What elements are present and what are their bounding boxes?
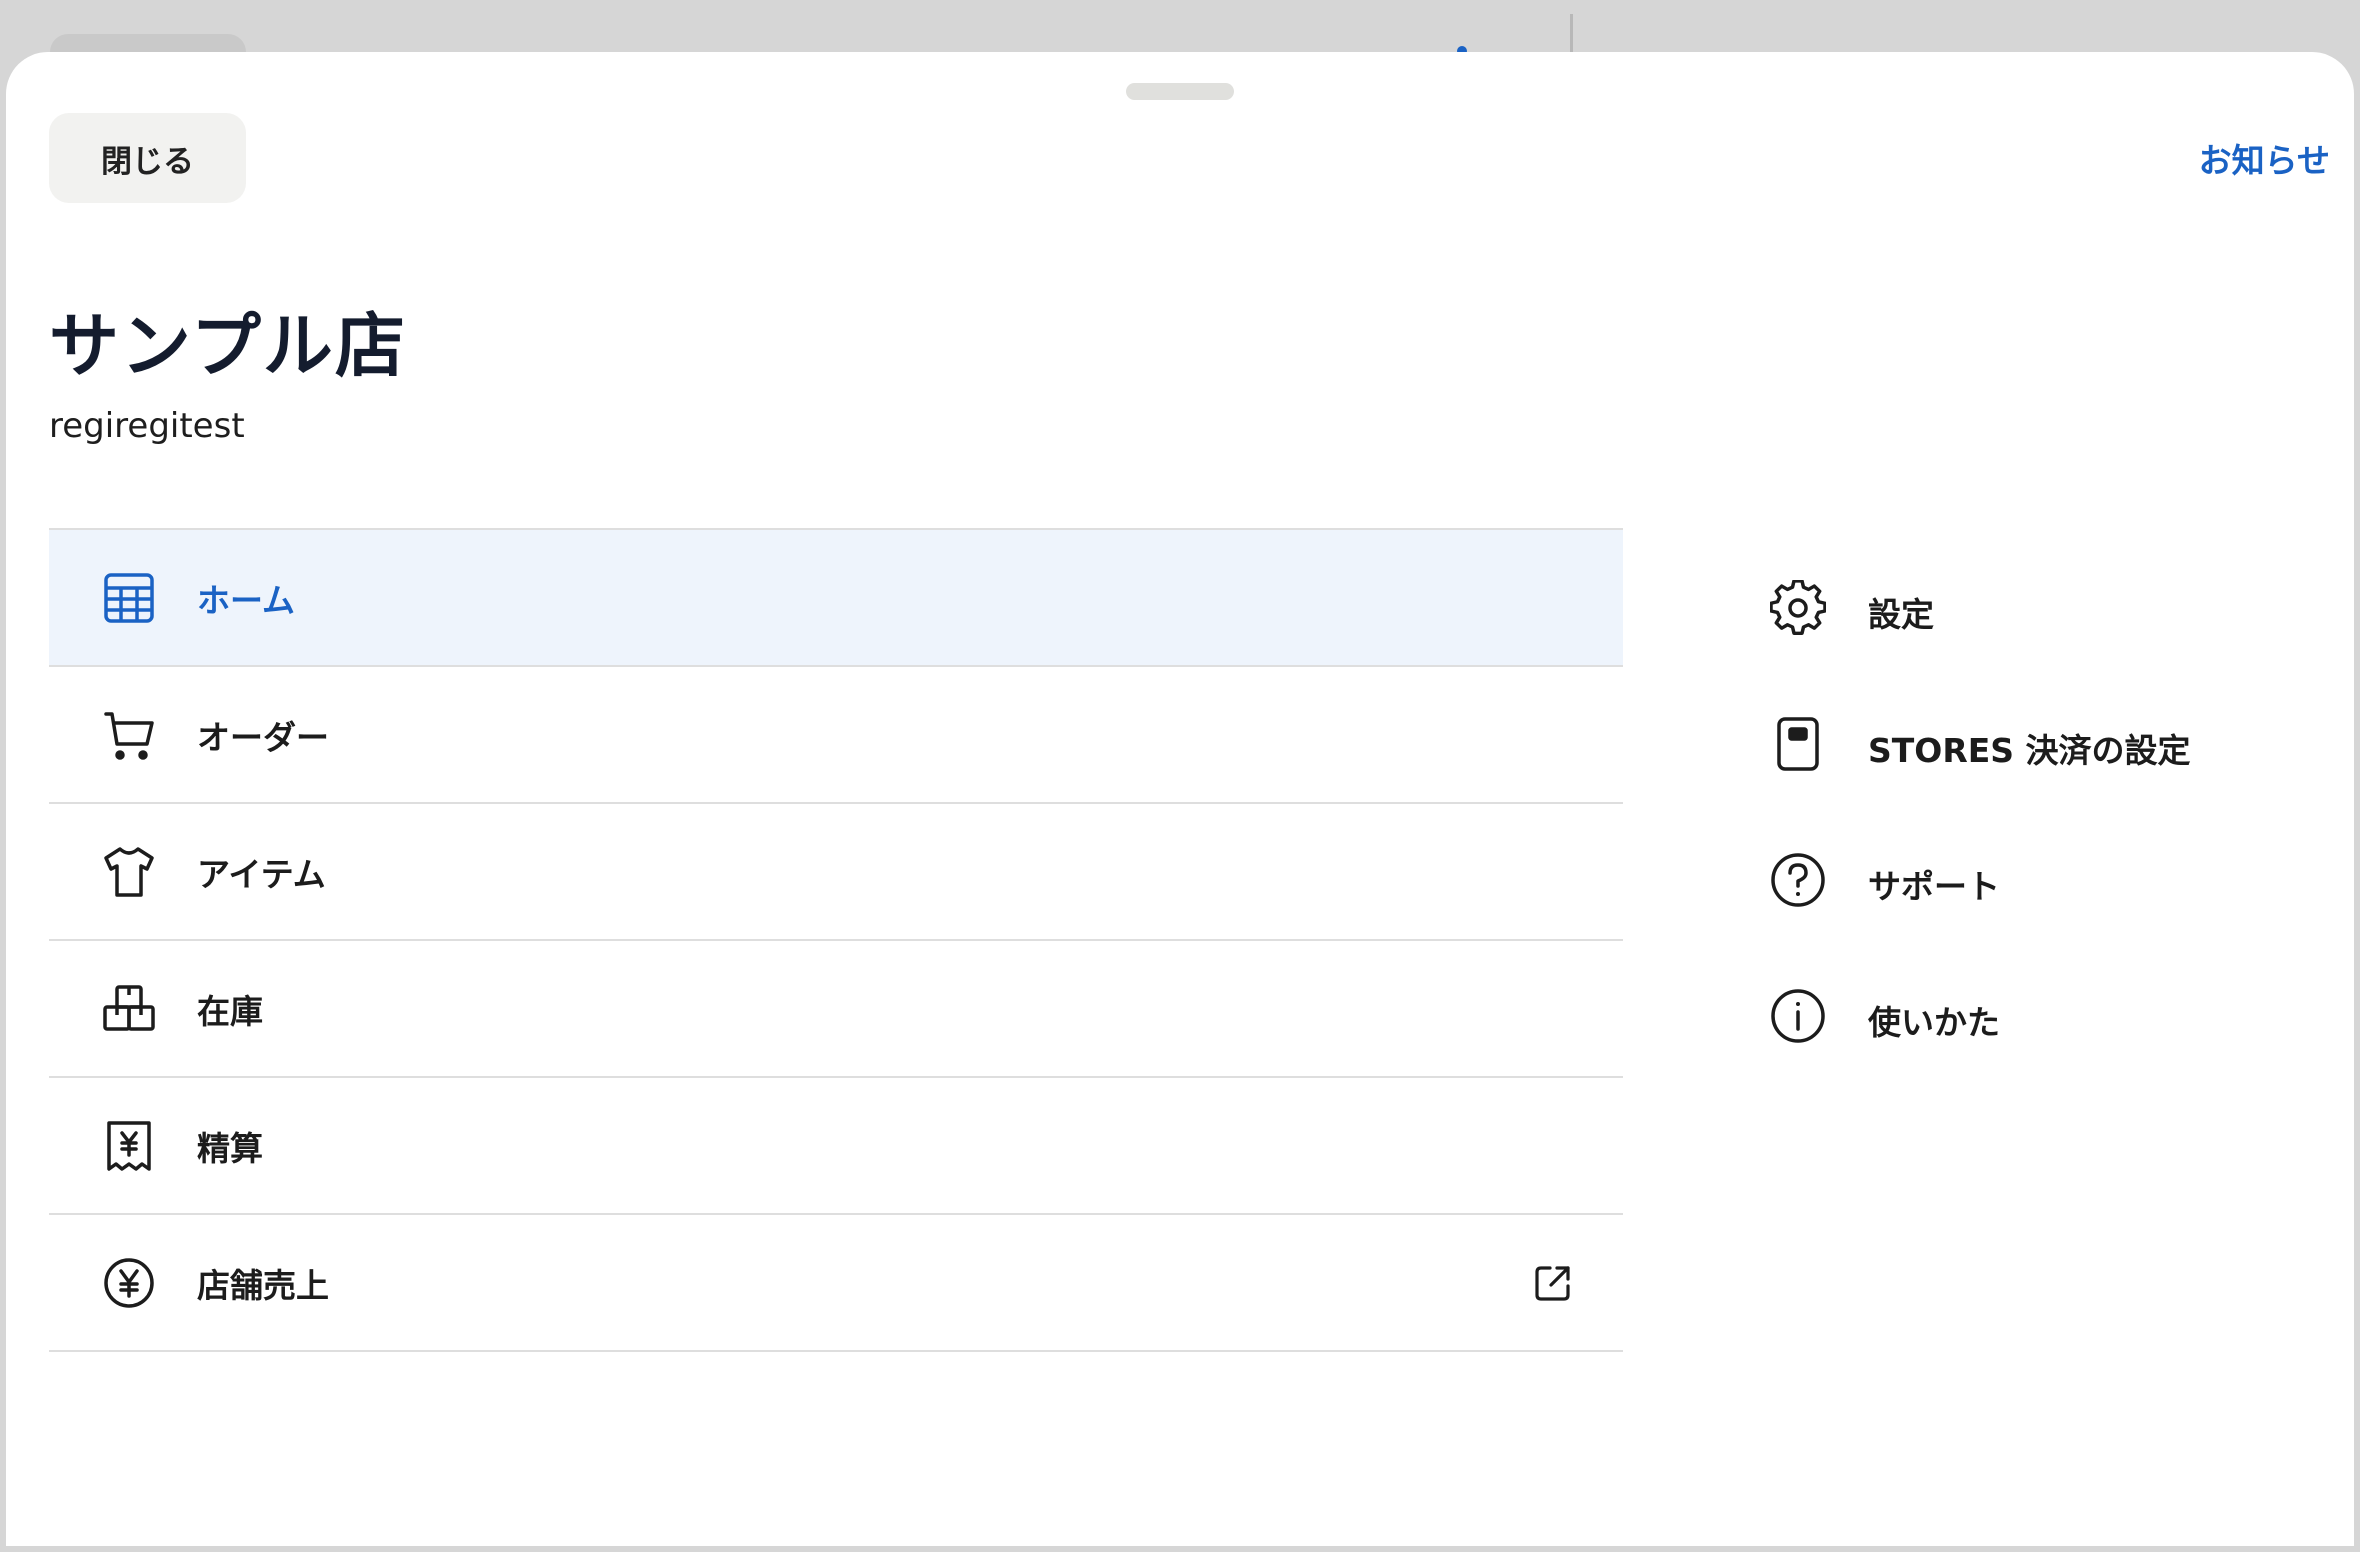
side-item-support[interactable]: サポート	[1770, 852, 2330, 988]
nav-label: ホーム	[197, 580, 296, 620]
side-label: 使いかた	[1868, 1003, 2000, 1042]
cart-icon	[103, 709, 155, 761]
nav-item-items[interactable]: アイテム	[49, 804, 1623, 941]
nav-label: 在庫	[197, 991, 263, 1031]
gear-icon	[1769, 579, 1827, 636]
main-nav-list: ホーム オーダー アイテム 在庫 精算 店舗売上	[49, 528, 1623, 1352]
nav-label: 精算	[197, 1128, 263, 1168]
receipt-yen-icon	[103, 1120, 155, 1172]
nav-item-orders[interactable]: オーダー	[49, 667, 1623, 804]
side-label: STORES 決済の設定	[1868, 731, 2191, 770]
nav-item-home[interactable]: ホーム	[49, 530, 1623, 667]
nav-item-inventory[interactable]: 在庫	[49, 941, 1623, 1078]
menu-sheet: 閉じる お知らせ サンプル店 regiregitest ホーム オーダー アイテ…	[6, 52, 2354, 1546]
notice-link[interactable]: お知らせ	[2199, 134, 2330, 182]
nav-label: アイテム	[197, 854, 326, 894]
nav-item-store-sales[interactable]: 店舗売上	[49, 1215, 1623, 1352]
boxes-icon	[103, 983, 155, 1035]
nav-label: オーダー	[197, 717, 329, 757]
side-item-settings[interactable]: 設定	[1769, 579, 2330, 716]
nav-item-settlement[interactable]: 精算	[49, 1078, 1623, 1215]
question-circle-icon	[1770, 852, 1826, 908]
secondary-nav-list: 設定 STORES 決済の設定 サポート 使いかた	[1769, 579, 2330, 1124]
info-circle-icon	[1770, 988, 1826, 1044]
nav-label: 店舗売上	[197, 1265, 329, 1305]
side-label: サポート	[1868, 867, 2000, 906]
side-item-how-to-use[interactable]: 使いかた	[1770, 988, 2330, 1124]
store-id: regiregitest	[49, 406, 245, 446]
grid-icon	[103, 572, 155, 624]
tshirt-icon	[103, 846, 155, 898]
close-button[interactable]: 閉じる	[49, 113, 246, 203]
external-link-icon	[1533, 1263, 1573, 1303]
yen-circle-icon	[103, 1257, 155, 1309]
store-name: サンプル店	[49, 305, 407, 387]
card-reader-icon	[1770, 716, 1826, 772]
side-label: 設定	[1868, 595, 1934, 634]
sheet-grabber[interactable]	[1126, 83, 1234, 100]
side-item-payment-settings[interactable]: STORES 決済の設定	[1770, 716, 2330, 852]
